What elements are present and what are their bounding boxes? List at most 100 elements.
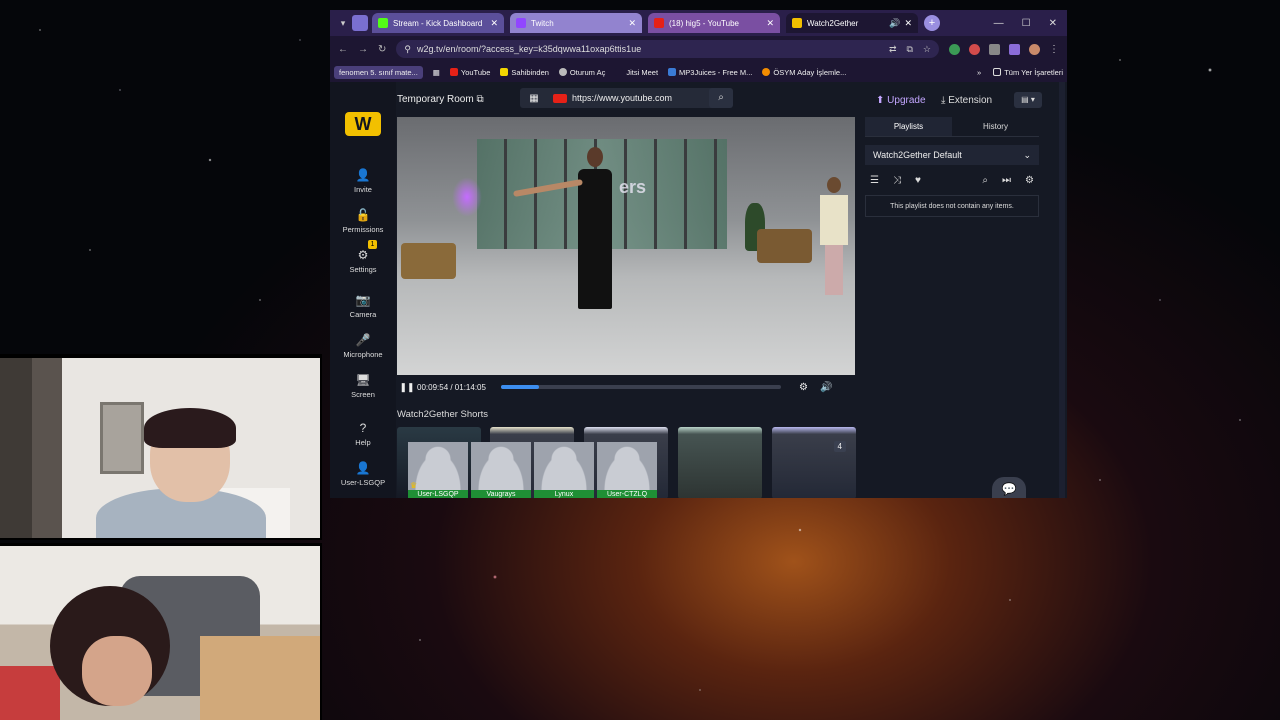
bookmark-mp3juices[interactable]: MP3Juices - Free M... xyxy=(668,68,752,77)
tab-kick[interactable]: Stream - Kick Dashboard ✕ xyxy=(372,13,504,33)
close-tab-icon[interactable]: ✕ xyxy=(766,18,774,29)
extension-icon[interactable] xyxy=(949,43,960,55)
progress-fill xyxy=(501,385,539,389)
extensions-puzzle-icon[interactable] xyxy=(989,43,1000,55)
next-icon[interactable]: ⏭ xyxy=(1002,175,1011,186)
list-icon[interactable]: ☰ xyxy=(870,175,879,186)
short-item[interactable] xyxy=(678,427,762,498)
bookmark-label: Jitsi Meet xyxy=(626,67,659,77)
page-scrollbar[interactable] xyxy=(1059,82,1065,498)
sidebar-help[interactable]: ? Help xyxy=(330,421,396,447)
close-tab-icon[interactable]: ✕ xyxy=(904,18,912,29)
bookmark-youtube[interactable]: YouTube xyxy=(449,68,490,77)
media-url-input[interactable]: https://www.youtube.com xyxy=(572,93,718,103)
search-icon[interactable]: ⌕ xyxy=(982,175,988,186)
room-title[interactable]: Temporary Room ⧉ xyxy=(397,94,484,105)
user-tile[interactable]: Lynux xyxy=(534,442,594,498)
bookmarks-bar: fenomen 5. sınıf mate... ▦ YouTube Sahib… xyxy=(330,62,1067,82)
tab-title: Watch2Gether xyxy=(807,18,859,28)
extension-icon[interactable] xyxy=(969,43,980,55)
w2g-logo[interactable]: W xyxy=(345,112,381,136)
bookmarks-overflow-button[interactable]: » xyxy=(977,68,981,77)
sidebar-label: User-LSGQP xyxy=(340,478,386,487)
sidebar-user[interactable]: 👤 User-LSGQP xyxy=(330,461,396,487)
user-tile[interactable]: User-CTZLQ xyxy=(597,442,657,498)
reload-icon[interactable]: ↻ xyxy=(378,44,386,55)
profile-avatar[interactable] xyxy=(1029,43,1040,55)
avatar xyxy=(471,442,531,490)
all-bookmarks-button[interactable]: Tüm Yer İşaretleri xyxy=(993,68,1063,77)
address-bar[interactable]: ⚲ w2g.tv/en/room/?access_key=k35dqwwa11o… xyxy=(396,40,939,58)
user-tile[interactable]: Vaugrays xyxy=(471,442,531,498)
tab-watch2gether[interactable]: Watch2Gether 🔊 ✕ xyxy=(786,13,918,33)
translate-icon[interactable]: ⇄ xyxy=(889,44,897,55)
folder-icon xyxy=(993,68,1002,76)
youtube-icon xyxy=(553,93,567,103)
user-name: Vaugrays xyxy=(471,490,531,498)
chat-button[interactable]: 💬 xyxy=(992,477,1026,498)
tab-playlists[interactable]: Playlists xyxy=(865,117,952,136)
tab-title: (18) hig5 - YouTube xyxy=(669,18,739,28)
speaker-icon[interactable]: 🔊 xyxy=(889,18,900,29)
volume-icon[interactable]: 🔊 xyxy=(820,382,832,393)
media-url-bar[interactable]: ▦ https://www.youtube.com ✕ xyxy=(520,88,732,108)
person-shirt xyxy=(820,195,848,245)
sidebar-microphone[interactable]: 🎤 Microphone xyxy=(330,333,396,359)
sidebar-camera[interactable]: 📷 Camera xyxy=(330,293,396,319)
minimize-icon[interactable]: — xyxy=(994,18,1004,29)
bookmark-oturum[interactable]: Oturum Aç xyxy=(558,67,606,77)
sidebar-screen[interactable]: 🖥 Screen xyxy=(330,373,396,399)
search-button[interactable]: ⌕ xyxy=(709,88,733,108)
playlist-select[interactable]: Watch2Gether Default ⌄ xyxy=(865,145,1039,165)
tab-twitch[interactable]: Twitch ✕ xyxy=(510,13,642,33)
player-settings-icon[interactable]: ⚙ xyxy=(799,382,808,393)
tab-strip: ▾ Stream - Kick Dashboard ✕ Twitch ✕ (18… xyxy=(330,10,1067,36)
jitsi-icon xyxy=(615,68,624,76)
gear-icon[interactable]: ⚙ xyxy=(1025,175,1034,186)
progress-bar[interactable] xyxy=(501,385,781,389)
apps-grid-icon[interactable]: ▦ xyxy=(433,68,440,77)
forward-icon[interactable]: → xyxy=(358,44,368,55)
close-tab-icon[interactable]: ✕ xyxy=(628,18,636,29)
heart-icon[interactable]: ♥ xyxy=(915,175,921,186)
back-icon[interactable]: ← xyxy=(338,44,348,55)
grid-icon[interactable]: ▦ xyxy=(520,93,548,104)
extension-button[interactable]: ⤓ Extension xyxy=(941,95,992,106)
close-tab-icon[interactable]: ✕ xyxy=(490,18,498,29)
user-list: ♛ User-LSGQP Vaugrays Lynux User-CTZLQ xyxy=(408,442,657,498)
tab-youtube[interactable]: (18) hig5 - YouTube ✕ xyxy=(648,13,780,33)
sidebar-permissions[interactable]: 🔓 Permissions xyxy=(330,208,396,234)
sidebar-settings[interactable]: ⚙ Settings xyxy=(330,248,396,274)
menu-kebab-icon[interactable]: ⋮ xyxy=(1049,44,1059,55)
maximize-icon[interactable]: ☐ xyxy=(1022,18,1031,29)
cast-icon[interactable]: ⧉ xyxy=(906,44,912,55)
tab-history[interactable]: History xyxy=(952,117,1039,136)
short-item[interactable]: 4 xyxy=(772,427,856,498)
workspace-icon[interactable] xyxy=(352,15,368,31)
copy-icon[interactable]: ⧉ xyxy=(476,94,483,105)
chevron-down-icon: ⌄ xyxy=(1023,149,1031,160)
video-player[interactable]: ers xyxy=(397,117,855,375)
site-info-icon[interactable]: ⚲ xyxy=(404,44,411,55)
gear-icon: ⚙ xyxy=(357,248,369,262)
bookmark-osym[interactable]: ÖSYM Aday İşlemle... xyxy=(762,68,846,77)
language-select[interactable]: ▤ ▾ xyxy=(1014,92,1042,108)
shuffle-icon[interactable]: ⤨ xyxy=(893,175,901,186)
pause-icon[interactable]: ❚❚ xyxy=(397,382,417,393)
bookmark-jitsi[interactable]: Jitsi Meet xyxy=(615,68,658,77)
player-time: 00:09:54 / 01:14:05 xyxy=(417,382,486,392)
user-tile[interactable]: ♛ User-LSGQP xyxy=(408,442,468,498)
bookmark-star-icon[interactable]: ☆ xyxy=(923,44,931,55)
sidebar-invite[interactable]: 👤 Invite xyxy=(330,168,396,194)
panel-tabs: Playlists History xyxy=(865,117,1039,137)
close-window-icon[interactable]: ✕ xyxy=(1049,18,1057,29)
sidepanel-icon[interactable] xyxy=(1009,43,1020,55)
bookmark-label: Oturum Aç xyxy=(569,67,606,77)
new-tab-button[interactable]: + xyxy=(924,15,940,31)
bookmark-item[interactable]: fenomen 5. sınıf mate... xyxy=(334,65,423,79)
bookmark-sahibinden[interactable]: Sahibinden xyxy=(500,68,549,77)
extension-label: Extension xyxy=(948,95,993,106)
tab-search-icon[interactable]: ▾ xyxy=(334,18,352,29)
upgrade-button[interactable]: ⬆ Upgrade xyxy=(876,95,926,106)
twitch-icon xyxy=(516,18,526,28)
